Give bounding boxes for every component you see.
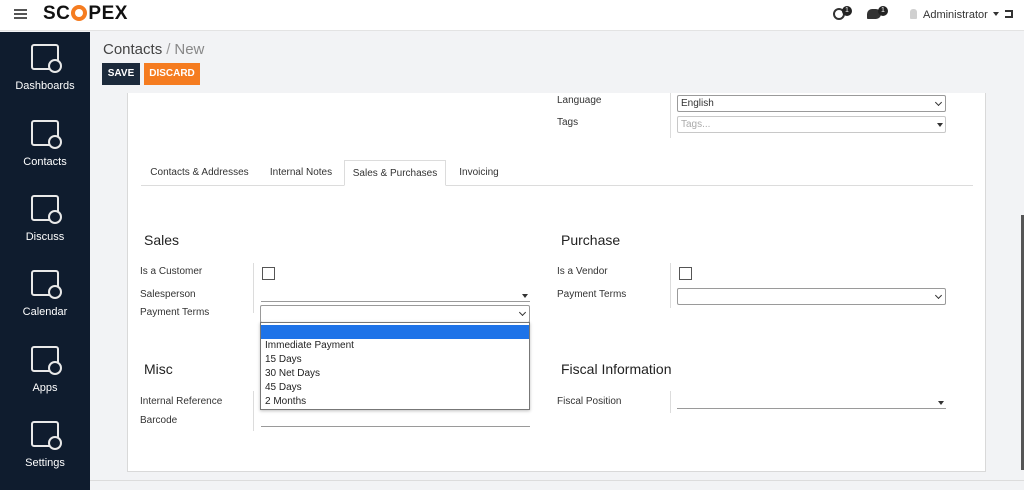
- sidebar-item-settings[interactable]: Settings: [0, 409, 90, 484]
- caret-down-icon: [938, 401, 944, 405]
- tab-invoicing[interactable]: Invoicing: [446, 160, 512, 186]
- internal-reference-label: Internal Reference: [140, 396, 223, 407]
- dropdown-option-empty[interactable]: [261, 325, 529, 339]
- divider: [253, 391, 254, 431]
- sidebar-item-label: Apps: [32, 382, 58, 394]
- chevron-down-icon: [934, 291, 943, 300]
- vendor-payment-terms-select[interactable]: [677, 288, 946, 305]
- breadcrumb: Contacts / New: [103, 41, 204, 58]
- divider: [670, 391, 671, 413]
- misc-section-title: Misc: [144, 361, 173, 377]
- tab-bar: Contacts & Addresses Internal Notes Sale…: [141, 160, 973, 186]
- is-customer-label: Is a Customer: [140, 266, 203, 277]
- save-button[interactable]: SAVE: [102, 63, 140, 85]
- user-menu[interactable]: Administrator: [923, 9, 999, 21]
- messages-count-badge: 1: [878, 6, 888, 16]
- caret-down-icon: [937, 123, 943, 127]
- sidebar-item-discuss[interactable]: Discuss: [0, 183, 90, 258]
- is-vendor-checkbox[interactable]: [679, 267, 692, 280]
- chevron-down-icon: [992, 12, 999, 16]
- top-bar: SC PEX 1 1 Administrator: [0, 0, 1024, 31]
- payment-terms-select[interactable]: [260, 305, 530, 323]
- divider: [670, 93, 671, 138]
- sidebar-item-contacts[interactable]: Contacts: [0, 108, 90, 183]
- barcode-label: Barcode: [140, 415, 178, 426]
- fiscal-position-select[interactable]: [677, 395, 946, 409]
- dropdown-option-2-months[interactable]: 2 Months: [261, 395, 529, 409]
- form-sheet: Language English Tags Tags... Contacts &…: [127, 93, 986, 472]
- payment-terms-label: Payment Terms: [140, 307, 210, 318]
- purchase-section-title: Purchase: [561, 232, 621, 248]
- language-select[interactable]: English: [677, 95, 946, 112]
- dashboard-icon: [31, 44, 62, 73]
- contacts-icon: [31, 120, 62, 149]
- logout-icon[interactable]: [1005, 10, 1013, 18]
- tags-label: Tags: [557, 117, 579, 128]
- is-customer-checkbox[interactable]: [262, 267, 275, 280]
- chevron-down-icon: [934, 98, 943, 107]
- payment-terms-dropdown-list: Immediate Payment 15 Days 30 Net Days 45…: [260, 322, 530, 410]
- divider: [253, 263, 254, 313]
- apps-icon: [31, 346, 62, 375]
- caret-down-icon: [522, 294, 528, 298]
- discard-button[interactable]: DISCARD: [144, 63, 200, 85]
- sales-section-title: Sales: [144, 232, 180, 248]
- breadcrumb-current: New: [174, 41, 205, 58]
- user-avatar-icon: [910, 9, 917, 19]
- activity-count-badge: 1: [842, 6, 852, 16]
- logo: SC PEX: [43, 3, 128, 24]
- sidebar-item-label: Contacts: [23, 156, 67, 168]
- divider: [90, 480, 1024, 481]
- fiscal-position-label: Fiscal Position: [557, 396, 622, 407]
- sidebar-item-calendar[interactable]: Calendar: [0, 258, 90, 333]
- is-vendor-label: Is a Vendor: [557, 266, 608, 277]
- salesperson-select[interactable]: [261, 288, 530, 302]
- chevron-down-icon: [518, 308, 527, 317]
- sidebar-item-apps[interactable]: Apps: [0, 334, 90, 409]
- discuss-icon: [31, 195, 62, 224]
- breadcrumb-separator: /: [166, 41, 171, 58]
- tab-internal-notes[interactable]: Internal Notes: [258, 160, 344, 186]
- divider: [670, 263, 671, 308]
- sidebar-item-dashboards[interactable]: Dashboards: [0, 32, 90, 107]
- language-label: Language: [557, 95, 602, 106]
- tab-contacts-addresses[interactable]: Contacts & Addresses: [141, 160, 258, 186]
- calendar-icon: [31, 270, 62, 299]
- tab-sales-purchases[interactable]: Sales & Purchases: [344, 160, 446, 186]
- breadcrumb-parent[interactable]: Contacts: [103, 41, 162, 58]
- hamburger-menu-icon[interactable]: [14, 9, 27, 19]
- sidebar-item-label: Calendar: [22, 306, 68, 318]
- user-name: Administrator: [923, 9, 988, 21]
- vendor-payment-terms-label: Payment Terms: [557, 289, 627, 300]
- fiscal-section-title: Fiscal Information: [561, 361, 672, 377]
- dropdown-option-15-days[interactable]: 15 Days: [261, 353, 529, 367]
- language-value: English: [681, 98, 714, 109]
- tags-placeholder: Tags...: [681, 119, 711, 130]
- dropdown-option-30-net-days[interactable]: 30 Net Days: [261, 367, 529, 381]
- sidebar-item-label: Discuss: [25, 231, 65, 243]
- sidebar: Dashboards Contacts Discuss Calendar App…: [0, 32, 90, 490]
- barcode-input[interactable]: [261, 413, 530, 427]
- tags-input[interactable]: Tags...: [677, 116, 946, 133]
- salesperson-label: Salesperson: [140, 289, 196, 300]
- settings-icon: [31, 421, 62, 450]
- sidebar-item-label: Settings: [25, 457, 65, 469]
- dropdown-option-45-days[interactable]: 45 Days: [261, 381, 529, 395]
- sidebar-item-label: Dashboards: [15, 80, 75, 92]
- dropdown-option-immediate-payment[interactable]: Immediate Payment: [261, 339, 529, 353]
